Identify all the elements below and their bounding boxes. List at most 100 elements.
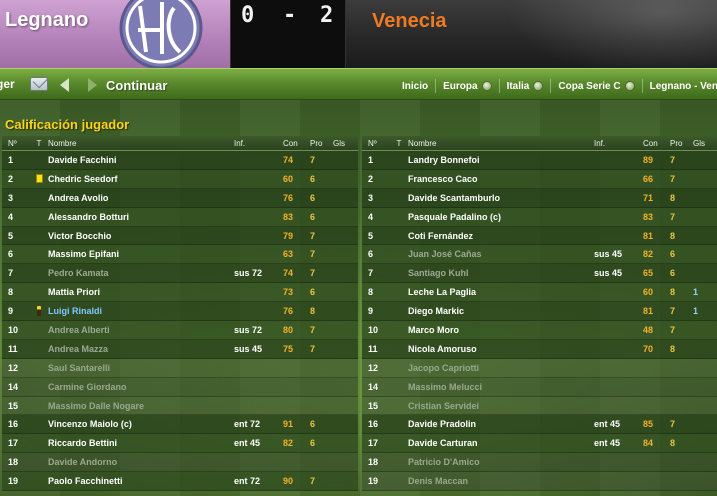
- dropdown-dot-icon[interactable]: [481, 81, 492, 91]
- player-name[interactable]: Massimo Dalle Nogare: [46, 401, 232, 411]
- player-name[interactable]: Andrea Mazza: [46, 344, 232, 354]
- player-row[interactable]: 8 Mattia Priori 73 6: [2, 283, 358, 303]
- player-name[interactable]: Andrea Alberti: [46, 325, 232, 335]
- player-row[interactable]: 11 Nicola Amoruso 70 8: [362, 339, 717, 359]
- player-name[interactable]: Paolo Facchinetti: [46, 476, 232, 486]
- col-con-header[interactable]: Con: [643, 139, 670, 148]
- player-row[interactable]: 19 Denis Maccan: [362, 472, 717, 492]
- manager-menu-clipped[interactable]: ger: [0, 77, 15, 91]
- player-name[interactable]: Nicola Amoruso: [406, 344, 592, 354]
- player-name[interactable]: Coti Fernández: [406, 231, 592, 241]
- player-name[interactable]: Juan José Cañas: [406, 249, 592, 259]
- away-team-band[interactable]: Venecia: [346, 0, 717, 68]
- player-row[interactable]: 8 Leche La Paglia 60 8 1: [362, 283, 717, 303]
- dropdown-dot-icon[interactable]: [624, 81, 635, 91]
- away-team-name[interactable]: Venecia: [372, 10, 447, 33]
- player-name[interactable]: Chedric Seedorf: [46, 174, 232, 184]
- col-pro-header[interactable]: Pro: [310, 139, 333, 148]
- player-row[interactable]: 15 Massimo Dalle Nogare: [2, 396, 358, 416]
- player-name[interactable]: Alessandro Botturi: [46, 212, 232, 222]
- breadcrumb-inicio[interactable]: Inicio: [402, 81, 428, 92]
- player-row[interactable]: 7 Pedro Kamata sus 72 74 7: [2, 264, 358, 284]
- col-name-header[interactable]: Nombre: [406, 139, 592, 148]
- player-name[interactable]: Davide Andorno: [46, 457, 232, 467]
- player-name[interactable]: Jacopo Capriotti: [406, 363, 592, 373]
- player-name[interactable]: Denis Maccan: [406, 476, 592, 486]
- mail-icon[interactable]: [30, 77, 48, 91]
- player-row[interactable]: 17 Davide Carturan ent 45 84 8: [362, 434, 717, 454]
- col-t-header[interactable]: T: [32, 139, 46, 148]
- player-name[interactable]: Carmine Giordano: [46, 382, 232, 392]
- col-inf-header[interactable]: Inf.: [232, 139, 283, 148]
- player-row[interactable]: 19 Paolo Facchinetti ent 72 90 7: [2, 472, 358, 492]
- breadcrumb-italia[interactable]: Italia: [507, 81, 544, 92]
- continue-button[interactable]: Continuar: [106, 78, 167, 93]
- player-row[interactable]: 2 Chedric Seedorf 60 6: [2, 169, 358, 189]
- player-name[interactable]: Pedro Kamata: [46, 268, 232, 278]
- col-gls-header[interactable]: Gls: [333, 139, 358, 148]
- player-row[interactable]: 9 Luigi Rinaldi 76 8: [2, 302, 358, 322]
- player-name[interactable]: Massimo Epifani: [46, 249, 232, 259]
- player-name[interactable]: Davide Scantamburlo: [406, 193, 592, 203]
- dropdown-dot-icon[interactable]: [533, 81, 544, 91]
- player-row[interactable]: 5 Victor Bocchio 79 7: [2, 226, 358, 246]
- back-arrow-icon[interactable]: [60, 78, 69, 92]
- player-row[interactable]: 17 Riccardo Bettini ent 45 82 6: [2, 434, 358, 454]
- player-name[interactable]: Mattia Priori: [46, 287, 232, 297]
- player-name[interactable]: Victor Bocchio: [46, 231, 232, 241]
- home-team-band[interactable]: Legnano: [0, 0, 230, 68]
- player-row[interactable]: 12 Jacopo Capriotti: [362, 358, 717, 378]
- player-row[interactable]: 2 Francesco Caco 66 7: [362, 169, 717, 189]
- player-row[interactable]: 18 Davide Andorno: [2, 453, 358, 473]
- player-name[interactable]: Riccardo Bettini: [46, 438, 232, 448]
- player-name[interactable]: Patricio D'Amico: [406, 457, 592, 467]
- player-row[interactable]: 1 Landry Bonnefoi 89 7: [362, 151, 717, 170]
- home-team-name[interactable]: Legnano: [5, 9, 88, 32]
- player-row[interactable]: 3 Andrea Avolio 76 6: [2, 188, 358, 208]
- forward-arrow-icon[interactable]: [88, 78, 97, 92]
- player-name[interactable]: Saul Santarelli: [46, 363, 232, 373]
- player-row[interactable]: 10 Andrea Alberti sus 72 80 7: [2, 321, 358, 340]
- player-name[interactable]: Santiago Kuhl: [406, 268, 592, 278]
- player-row[interactable]: 14 Carmine Giordano: [2, 377, 358, 397]
- player-row[interactable]: 7 Santiago Kuhl sus 45 65 6: [362, 264, 717, 284]
- col-gls-header[interactable]: Gls: [693, 139, 717, 148]
- player-name[interactable]: Cristian Servidei: [406, 401, 592, 411]
- player-name[interactable]: Luigi Rinaldi: [46, 306, 232, 316]
- player-row[interactable]: 6 Juan José Cañas sus 45 82 6: [362, 245, 717, 265]
- player-row[interactable]: 5 Coti Fernández 81 8: [362, 226, 717, 246]
- player-name[interactable]: Vincenzo Maiolo (c): [46, 419, 232, 429]
- col-pro-header[interactable]: Pro: [670, 139, 693, 148]
- player-row[interactable]: 16 Davide Pradolin ent 45 85 7: [362, 415, 717, 435]
- col-inf-header[interactable]: Inf.: [592, 139, 643, 148]
- player-name[interactable]: Marco Moro: [406, 325, 592, 335]
- player-name[interactable]: Francesco Caco: [406, 174, 592, 184]
- player-name[interactable]: Massimo Melucci: [406, 382, 592, 392]
- player-row[interactable]: 11 Andrea Mazza sus 45 75 7: [2, 339, 358, 359]
- breadcrumb-match[interactable]: Legnano - Venecia: [650, 81, 717, 92]
- player-name[interactable]: Diego Markic: [406, 306, 592, 316]
- player-name[interactable]: Davide Pradolin: [406, 419, 592, 429]
- player-name[interactable]: Landry Bonnefoi: [406, 155, 592, 165]
- player-row[interactable]: 12 Saul Santarelli: [2, 358, 358, 378]
- player-row[interactable]: 10 Marco Moro 48 7: [362, 321, 717, 340]
- player-row[interactable]: 18 Patricio D'Amico: [362, 453, 717, 473]
- player-row[interactable]: 16 Vincenzo Maiolo (c) ent 72 91 6: [2, 415, 358, 435]
- player-name[interactable]: Davide Facchini: [46, 155, 232, 165]
- player-name[interactable]: Andrea Avolio: [46, 193, 232, 203]
- player-row[interactable]: 6 Massimo Epifani 63 7: [2, 245, 358, 265]
- player-row[interactable]: 9 Diego Markic 81 7 1: [362, 302, 717, 322]
- player-row[interactable]: 14 Massimo Melucci: [362, 377, 717, 397]
- player-row[interactable]: 15 Cristian Servidei: [362, 396, 717, 416]
- breadcrumb-copa[interactable]: Copa Serie C: [558, 81, 635, 92]
- col-con-header[interactable]: Con: [283, 139, 310, 148]
- col-name-header[interactable]: Nombre: [46, 139, 232, 148]
- col-t-header[interactable]: T: [392, 139, 406, 148]
- player-row[interactable]: 4 Pasquale Padalino (c) 83 7: [362, 207, 717, 227]
- col-num-header[interactable]: Nº: [362, 139, 392, 148]
- player-name[interactable]: Pasquale Padalino (c): [406, 212, 592, 222]
- player-row[interactable]: 4 Alessandro Botturi 83 6: [2, 207, 358, 227]
- player-name[interactable]: Leche La Paglia: [406, 287, 592, 297]
- player-row[interactable]: 1 Davide Facchini 74 7: [2, 151, 358, 170]
- breadcrumb-europa[interactable]: Europa: [443, 81, 492, 92]
